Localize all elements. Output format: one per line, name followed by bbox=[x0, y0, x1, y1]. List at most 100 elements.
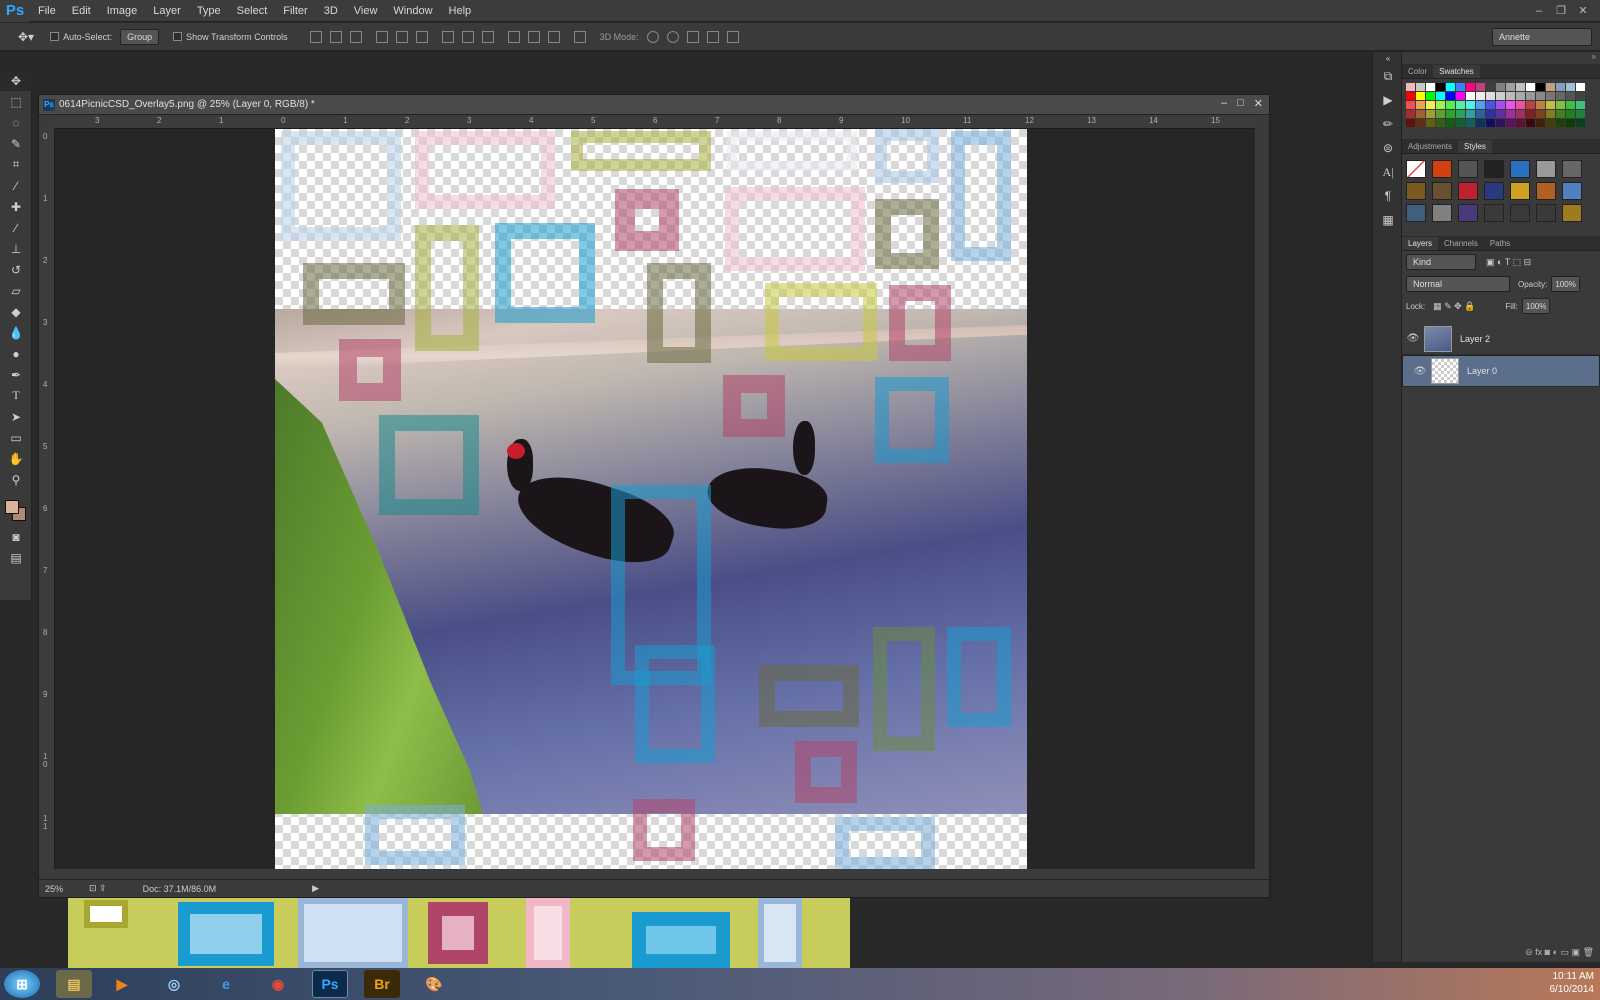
doc-close-icon[interactable]: ✕ bbox=[1254, 97, 1263, 110]
swatch[interactable] bbox=[1456, 119, 1465, 127]
workspace-dropdown[interactable]: Annette bbox=[1492, 28, 1592, 46]
swatch[interactable] bbox=[1436, 83, 1445, 91]
swatch[interactable] bbox=[1426, 92, 1435, 100]
bridge-taskbar-icon[interactable]: Br bbox=[364, 970, 400, 998]
doc-maximize-icon[interactable]: □ bbox=[1237, 97, 1244, 110]
menu-edit[interactable]: Edit bbox=[64, 0, 99, 22]
menu-type[interactable]: Type bbox=[189, 0, 229, 22]
swatch[interactable] bbox=[1426, 83, 1435, 91]
swatch[interactable] bbox=[1446, 92, 1455, 100]
brush-tool-icon[interactable]: ∕ bbox=[0, 217, 32, 238]
swatch-grid[interactable] bbox=[1402, 79, 1600, 131]
visibility-eye-icon[interactable]: 👁 bbox=[1402, 333, 1424, 344]
swatch[interactable] bbox=[1476, 92, 1485, 100]
opacity-input[interactable]: 100% bbox=[1551, 276, 1580, 292]
swatch[interactable] bbox=[1426, 119, 1435, 127]
style-preset[interactable] bbox=[1484, 160, 1504, 178]
swatch[interactable] bbox=[1566, 101, 1575, 109]
tab-paths[interactable]: Paths bbox=[1484, 237, 1516, 250]
style-preset[interactable] bbox=[1484, 204, 1504, 222]
swatch[interactable] bbox=[1576, 101, 1585, 109]
layer-kind-filter[interactable]: Kind bbox=[1406, 254, 1476, 270]
quick-mask-icon[interactable]: ◙ bbox=[0, 526, 32, 547]
swatch[interactable] bbox=[1556, 119, 1565, 127]
style-preset[interactable] bbox=[1510, 160, 1530, 178]
swatch[interactable] bbox=[1516, 83, 1525, 91]
align-hcenter-icon[interactable] bbox=[395, 30, 408, 43]
swatch[interactable] bbox=[1506, 110, 1515, 118]
swatch[interactable] bbox=[1486, 119, 1495, 127]
swatch[interactable] bbox=[1526, 92, 1535, 100]
brush-panel-icon[interactable]: ✏ bbox=[1373, 112, 1403, 136]
swatch[interactable] bbox=[1416, 119, 1425, 127]
move-tool-icon[interactable]: ✥ bbox=[0, 70, 32, 91]
dodge-tool-icon[interactable]: ● bbox=[0, 343, 32, 364]
lock-icons[interactable]: ▦ ✎ ✥ 🔒 bbox=[1433, 301, 1475, 312]
layer-name[interactable]: Layer 0 bbox=[1467, 365, 1497, 378]
layer-thumbnail[interactable] bbox=[1424, 325, 1452, 352]
swatch[interactable] bbox=[1536, 101, 1545, 109]
swatch[interactable] bbox=[1406, 119, 1415, 127]
swatch[interactable] bbox=[1566, 110, 1575, 118]
restore-icon[interactable]: ❐ bbox=[1552, 4, 1570, 18]
tab-color[interactable]: Color bbox=[1402, 65, 1433, 78]
swatch[interactable] bbox=[1546, 92, 1555, 100]
distribute-bottom-icon[interactable] bbox=[481, 30, 494, 43]
swatch[interactable] bbox=[1446, 83, 1455, 91]
move-tool-preset-icon[interactable]: ✥▾ bbox=[18, 30, 34, 44]
swatch[interactable] bbox=[1476, 83, 1485, 91]
style-preset[interactable] bbox=[1510, 182, 1530, 200]
swatch[interactable] bbox=[1416, 92, 1425, 100]
swatch[interactable] bbox=[1566, 119, 1575, 127]
swatch[interactable] bbox=[1416, 83, 1425, 91]
swatch[interactable] bbox=[1496, 92, 1505, 100]
align-left-icon[interactable] bbox=[375, 30, 388, 43]
swatch[interactable] bbox=[1456, 83, 1465, 91]
shape-tool-icon[interactable]: ▭ bbox=[0, 427, 32, 448]
style-preset[interactable] bbox=[1458, 204, 1478, 222]
style-preset[interactable] bbox=[1562, 160, 1582, 178]
swatch[interactable] bbox=[1406, 110, 1415, 118]
swatch[interactable] bbox=[1536, 83, 1545, 91]
eyedropper-tool-icon[interactable]: ⁄ bbox=[0, 175, 32, 196]
swatch[interactable] bbox=[1466, 92, 1475, 100]
paint-bucket-icon[interactable]: ◆ bbox=[0, 301, 32, 322]
hand-tool-icon[interactable]: ✋ bbox=[0, 448, 32, 469]
internet-explorer-icon[interactable]: e bbox=[208, 970, 244, 998]
tab-swatches[interactable]: Swatches bbox=[1433, 65, 1480, 78]
swatch[interactable] bbox=[1526, 101, 1535, 109]
chrome-icon[interactable]: ◉ bbox=[260, 970, 296, 998]
swatch[interactable] bbox=[1546, 101, 1555, 109]
swatch[interactable] bbox=[1516, 101, 1525, 109]
align-vcenter-icon[interactable] bbox=[329, 30, 342, 43]
swatch[interactable] bbox=[1446, 110, 1455, 118]
swatch[interactable] bbox=[1496, 83, 1505, 91]
layer-thumbnail[interactable] bbox=[1431, 358, 1459, 384]
swatch[interactable] bbox=[1406, 83, 1415, 91]
menu-help[interactable]: Help bbox=[441, 0, 480, 22]
3d-slide-icon[interactable] bbox=[706, 30, 719, 43]
swatch[interactable] bbox=[1466, 83, 1475, 91]
pen-tool-icon[interactable]: ✒ bbox=[0, 364, 32, 385]
swatch[interactable] bbox=[1406, 92, 1415, 100]
history-panel-icon[interactable]: ⧉ bbox=[1373, 64, 1403, 88]
swatch[interactable] bbox=[1516, 119, 1525, 127]
swatch[interactable] bbox=[1526, 83, 1535, 91]
swatch[interactable] bbox=[1546, 119, 1555, 127]
tab-channels[interactable]: Channels bbox=[1438, 237, 1484, 250]
quick-select-tool-icon[interactable]: ✎ bbox=[0, 133, 32, 154]
media-player-icon[interactable]: ▶ bbox=[104, 970, 140, 998]
3d-rotate-icon[interactable] bbox=[646, 30, 659, 43]
swatch[interactable] bbox=[1506, 119, 1515, 127]
style-preset[interactable] bbox=[1432, 182, 1452, 200]
auto-select-checkbox[interactable]: Auto-Select: bbox=[50, 32, 112, 42]
stamp-tool-icon[interactable]: ⊥ bbox=[0, 238, 32, 259]
swatch[interactable] bbox=[1436, 92, 1445, 100]
status-menu-arrow-icon[interactable]: ▶ bbox=[312, 883, 319, 894]
zoom-level[interactable]: 25% bbox=[45, 884, 85, 894]
swatch[interactable] bbox=[1426, 101, 1435, 109]
distribute-top-icon[interactable] bbox=[441, 30, 454, 43]
swatch[interactable] bbox=[1556, 110, 1565, 118]
close-icon[interactable]: ✕ bbox=[1574, 4, 1592, 18]
dock-collapse-icon[interactable]: « bbox=[1373, 52, 1403, 64]
